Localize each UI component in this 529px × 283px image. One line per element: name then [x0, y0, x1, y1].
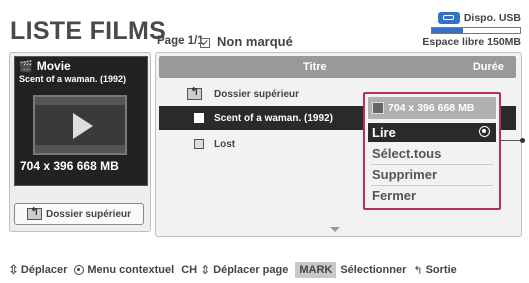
folder-up-icon — [187, 85, 202, 100]
preview-resolution: 704 x 396 668 MB — [20, 159, 119, 173]
filter-label: Non marqué — [217, 34, 293, 49]
play-icon — [73, 113, 93, 139]
footer-move-page: Déplacer page — [213, 264, 289, 276]
context-menu-info: 704 x 396 668 MB — [368, 97, 496, 119]
usb-label: Dispo. USB — [463, 12, 521, 24]
menu-item-delete[interactable]: Supprimer — [368, 165, 496, 184]
usb-usage-bar — [431, 27, 521, 34]
footer-ch: CH — [181, 264, 198, 276]
parent-folder-label: Dossier supérieur — [45, 208, 132, 220]
exit-icon: ↰ — [413, 264, 423, 277]
footer-move: Déplacer — [20, 264, 68, 276]
folder-up-icon — [26, 205, 42, 220]
preview-file-name: Scent of a waman. (1992) — [19, 74, 127, 84]
menu-item-label: Lire — [372, 125, 396, 140]
preview-panel: 🎬 Movie Scent of a waman. (1992) 704 x 3… — [9, 52, 151, 232]
footer-exit: Sortie — [425, 264, 457, 276]
list-item-label: Scent of a waman. (1992) — [214, 112, 333, 124]
header-duration: Durée — [472, 61, 504, 73]
footer-help: ⇳ Déplacer Menu contextuel CH ⇕ Déplacer… — [8, 262, 464, 278]
page-title: LISTE FILMS — [10, 17, 167, 45]
movie-type-label: Movie — [36, 59, 71, 73]
list-item-label: Dossier supérieur — [214, 88, 300, 100]
video-thumbnail — [33, 95, 127, 155]
footer-select: Sélectionner — [340, 264, 407, 276]
direction-arrows-icon: ⇳ — [8, 262, 19, 277]
scroll-down-icon[interactable] — [330, 227, 340, 232]
checkbox-icon — [200, 37, 210, 48]
ok-button-icon — [74, 265, 85, 275]
file-info-icon — [372, 102, 384, 114]
movie-type: 🎬 Movie — [19, 59, 71, 73]
usb-usage-fill — [432, 28, 463, 33]
file-icon — [194, 139, 204, 149]
menu-item-label: Fermer — [372, 188, 417, 203]
menu-item-label: Supprimer — [372, 167, 438, 182]
menu-item-label: Sélect.tous — [372, 146, 442, 161]
page-indicator: Page 1/1 — [157, 35, 204, 47]
mark-key: MARK — [295, 262, 337, 278]
usb-free-space: Espace libre 150MB — [422, 36, 521, 48]
movie-preview: 🎬 Movie Scent of a waman. (1992) 704 x 3… — [14, 56, 148, 186]
usb-icon — [437, 12, 460, 24]
list-header: Titre Durée — [159, 56, 516, 78]
filter-status: Non marqué — [200, 34, 293, 49]
movie-icon: 🎬 — [19, 60, 33, 73]
menu-item-close[interactable]: Fermer — [368, 186, 496, 205]
header-title: Titre — [303, 61, 327, 73]
footer-context-menu: Menu contextuel — [87, 264, 175, 276]
menu-item-select-all[interactable]: Sélect.tous — [368, 144, 496, 163]
list-item-label: Lost — [214, 138, 236, 150]
up-down-icon: ⇕ — [200, 263, 211, 277]
context-info-text: 704 x 396 668 MB — [388, 102, 475, 114]
context-menu: 704 x 396 668 MB Lire Sélect.tous Suppri… — [363, 92, 501, 210]
menu-item-play[interactable]: Lire — [368, 123, 496, 142]
file-icon — [194, 113, 204, 123]
parent-folder-button[interactable]: Dossier supérieur — [14, 203, 144, 225]
menu-pointer-dot — [520, 138, 525, 143]
radio-selected-icon — [479, 126, 490, 137]
usb-status: Dispo. USB Espace libre 150MB — [422, 12, 521, 48]
